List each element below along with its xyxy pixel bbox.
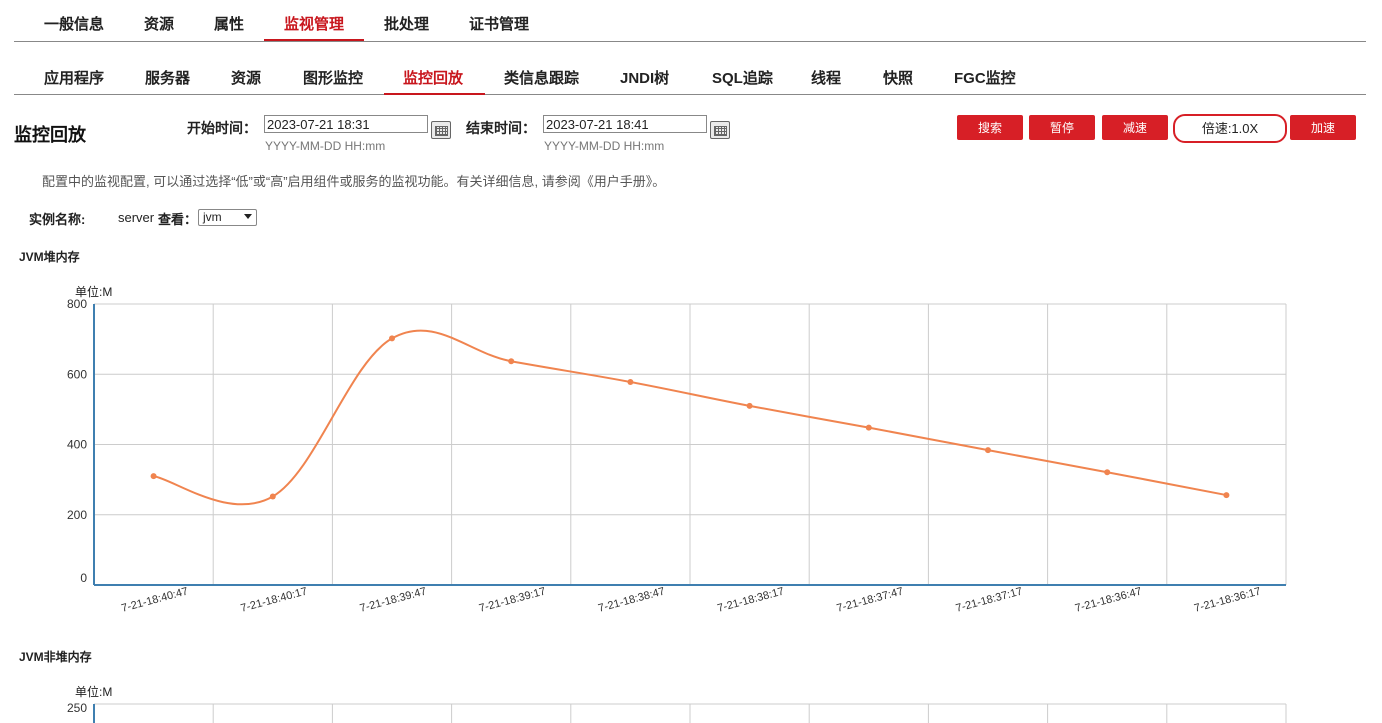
description-text: 配置中的监视配置, 可以通过选择“低”或“高”启用组件或服务的监视功能。有关详细… <box>42 174 666 189</box>
subtab-threads[interactable]: 线程 <box>811 67 841 88</box>
y-tick-label: 400 <box>67 438 87 452</box>
heap-chart-x-ticks: 7-21-18:40:47 7-21-18:40:17 7-21-18:39:47 7… <box>120 585 1262 614</box>
x-tick-label: 7-21-18:40:47 <box>120 585 189 614</box>
data-point <box>746 402 753 409</box>
y-tick-label: 800 <box>67 297 87 311</box>
subtab-servers[interactable]: 服务器 <box>145 67 190 88</box>
search-button[interactable]: 搜索 <box>957 115 1023 140</box>
x-tick-label: 7-21-18:40:17 <box>239 585 308 614</box>
x-tick-label: 7-21-18:39:17 <box>478 585 547 614</box>
subtab-jndi-tree[interactable]: JNDI树 <box>620 67 669 88</box>
y-tick-label: 250 <box>67 701 87 715</box>
tab-monitor-management[interactable]: 监视管理 <box>284 13 344 34</box>
nonheap-chart-grid <box>93 703 1287 723</box>
subtab-graph-monitor[interactable]: 图形监控 <box>303 67 363 88</box>
calendar-icon <box>435 126 448 136</box>
subtab-applications[interactable]: 应用程序 <box>44 67 104 88</box>
start-time-label: 开始时间： <box>187 120 257 136</box>
view-label: 查看： <box>158 212 198 227</box>
subtab-monitor-playback[interactable]: 监控回放 <box>403 67 463 88</box>
subtab-fgc-monitor[interactable]: FGC监控 <box>954 67 1016 88</box>
pause-button[interactable]: 暂停 <box>1029 115 1095 140</box>
x-tick-label: 7-21-18:39:47 <box>359 585 428 614</box>
tab-certificate-management[interactable]: 证书管理 <box>469 13 529 34</box>
instance-name-label: 实例名称: <box>29 212 86 227</box>
subtab-resources[interactable]: 资源 <box>231 67 261 88</box>
view-select[interactable]: jvm <box>198 209 257 226</box>
heap-chart-title: JVM堆内存 <box>19 250 80 264</box>
instance-server-name: server <box>118 210 155 225</box>
nonheap-memory-chart: 单位:M 250 <box>67 684 1287 723</box>
chevron-down-icon <box>244 214 252 219</box>
top-tab-bar: 一般信息 资源 属性 监视管理 批处理 证书管理 <box>14 0 1366 42</box>
x-tick-label: 7-21-18:37:17 <box>955 585 1024 614</box>
page-title: 监控回放 <box>14 125 86 145</box>
active-subtab-indicator <box>384 93 485 95</box>
view-select-value: jvm <box>203 210 222 224</box>
end-time-input[interactable] <box>543 115 707 133</box>
speed-up-button[interactable]: 加速 <box>1290 115 1356 140</box>
nonheap-chart-y-ticks: 250 <box>67 701 87 715</box>
tab-resources[interactable]: 资源 <box>144 13 174 34</box>
slow-down-button[interactable]: 减速 <box>1102 115 1168 140</box>
data-point <box>269 493 276 500</box>
heap-memory-chart: 单位:M 0200400600800 7-21-18:40:47 7-21-18:… <box>67 284 1287 615</box>
nonheap-chart-unit-label: 单位:M <box>75 684 112 699</box>
calendar-icon <box>714 126 727 136</box>
data-point <box>1223 492 1230 499</box>
x-tick-label: 7-21-18:36:47 <box>1074 585 1143 614</box>
subtab-snapshot[interactable]: 快照 <box>883 67 913 88</box>
speed-indicator: 倍速:1.0X <box>1173 114 1287 143</box>
sub-tab-bar: 应用程序 服务器 资源 图形监控 监控回放 类信息跟踪 JNDI树 SQL追踪 … <box>14 55 1366 95</box>
tab-properties[interactable]: 属性 <box>214 13 244 34</box>
subtab-sql-trace[interactable]: SQL追踪 <box>712 67 773 88</box>
start-time-input[interactable] <box>264 115 428 133</box>
data-point <box>150 473 157 480</box>
end-time-label: 结束时间： <box>466 120 536 136</box>
subtab-class-trace[interactable]: 类信息跟踪 <box>504 67 579 88</box>
nonheap-chart-title: JVM非堆内存 <box>19 650 92 664</box>
end-time-format-hint: YYYY-MM-DD HH:mm <box>544 139 665 153</box>
end-calendar-button[interactable] <box>710 121 730 139</box>
data-point <box>1104 469 1111 476</box>
start-calendar-button[interactable] <box>431 121 451 139</box>
start-time-format-hint: YYYY-MM-DD HH:mm <box>265 139 386 153</box>
y-tick-label: 200 <box>67 508 87 522</box>
heap-chart-grid <box>93 303 1287 586</box>
data-point <box>389 335 395 342</box>
tab-batch[interactable]: 批处理 <box>384 13 429 34</box>
heap-chart-y-ticks: 0 200 400 600 800 <box>67 297 87 585</box>
x-tick-label: 7-21-18:38:17 <box>716 585 785 614</box>
y-tick-label: 600 <box>67 367 87 381</box>
data-point <box>865 424 872 431</box>
x-tick-label: 7-21-18:36:17 <box>1193 585 1262 614</box>
x-tick-label: 7-21-18:38:47 <box>597 585 666 614</box>
data-point <box>627 378 634 385</box>
data-point <box>985 447 991 454</box>
tab-general-info[interactable]: 一般信息 <box>44 13 104 34</box>
y-tick-label: 0 <box>80 571 87 585</box>
data-point <box>508 358 515 365</box>
x-tick-label: 7-21-18:37:47 <box>835 585 904 614</box>
active-tab-indicator <box>264 39 364 41</box>
